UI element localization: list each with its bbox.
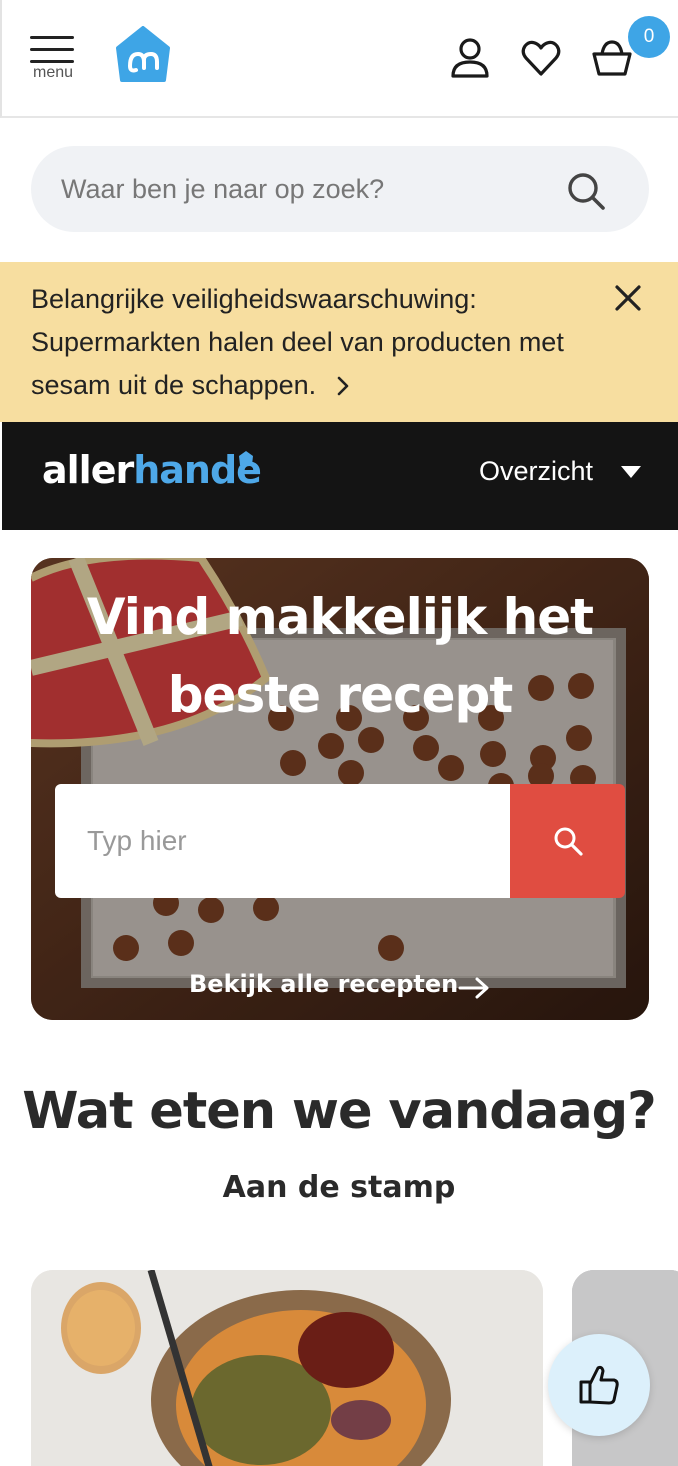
search-input[interactable] bbox=[61, 168, 561, 210]
feedback-button[interactable] bbox=[548, 1334, 650, 1436]
basket-icon[interactable] bbox=[590, 36, 634, 80]
menu-label: menu bbox=[32, 64, 74, 81]
thumbs-up-icon bbox=[579, 1365, 619, 1405]
top-header bbox=[0, 0, 678, 118]
allerhande-logo[interactable]: allerhande bbox=[42, 448, 262, 492]
recipe-card-image bbox=[31, 1270, 543, 1466]
alert-message: Belangrijke veiligheidswaarschuwing: Sup… bbox=[31, 278, 591, 407]
section-subtitle: Aan de stamp bbox=[222, 1170, 456, 1205]
recipe-search-input[interactable] bbox=[55, 784, 510, 898]
all-recipes-link[interactable]: Bekijk alle recepten bbox=[189, 970, 458, 998]
cart-count-badge: 0 bbox=[628, 16, 670, 58]
search-icon bbox=[554, 827, 583, 856]
recipe-card[interactable] bbox=[31, 1270, 543, 1466]
search-bar bbox=[31, 146, 649, 232]
search-icon[interactable] bbox=[565, 170, 607, 212]
ah-mini-logo-icon bbox=[239, 451, 253, 465]
safety-alert-banner: Belangrijke veiligheidswaarschuwing: Sup… bbox=[0, 262, 678, 422]
hero-title: Vind makkelijk het beste recept bbox=[31, 578, 649, 734]
albert-heijn-logo[interactable] bbox=[114, 26, 172, 84]
hamburger-bar bbox=[30, 60, 74, 63]
hero-title-line2: beste recept bbox=[167, 666, 514, 724]
chevron-right-icon[interactable] bbox=[334, 375, 352, 397]
allerhande-logo-part1: aller bbox=[42, 448, 134, 492]
alert-text[interactable]: Belangrijke veiligheidswaarschuwing: Sup… bbox=[31, 284, 564, 400]
overview-dropdown[interactable]: Overzicht bbox=[479, 456, 593, 487]
close-icon[interactable] bbox=[612, 282, 644, 314]
user-icon[interactable] bbox=[448, 36, 492, 80]
recipe-search-button[interactable] bbox=[510, 784, 625, 898]
arrow-right-icon[interactable] bbox=[458, 976, 490, 1000]
menu-button[interactable]: menu bbox=[30, 34, 76, 84]
caret-down-icon[interactable] bbox=[619, 464, 643, 480]
hero-title-line1: Vind makkelijk het bbox=[86, 588, 594, 646]
heart-icon[interactable] bbox=[519, 36, 563, 80]
hamburger-bar bbox=[30, 48, 74, 51]
hamburger-icon bbox=[30, 36, 74, 39]
section-title: Wat eten we vandaag? bbox=[22, 1082, 656, 1141]
